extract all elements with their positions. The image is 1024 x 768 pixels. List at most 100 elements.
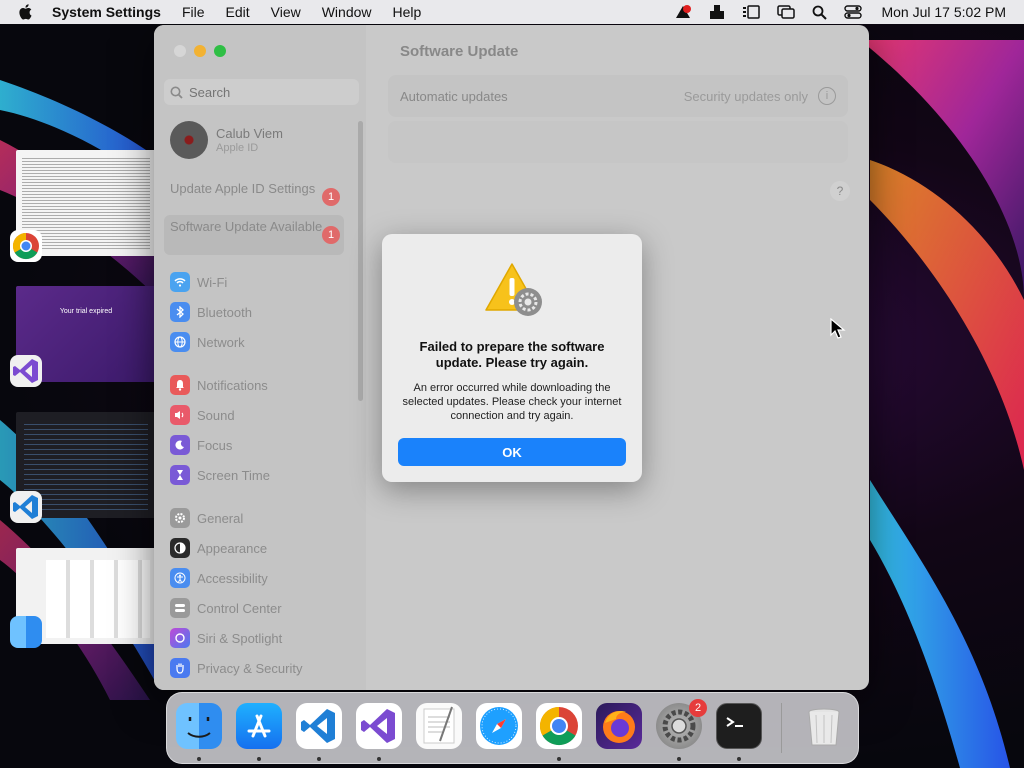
sidebar-item-network[interactable]: Network [170,332,245,352]
sidebar: Calub Viem Apple ID Update Apple ID Sett… [154,25,366,690]
settings-notification-badge: 2 [689,699,707,717]
close-button[interactable] [174,45,186,57]
mouse-cursor [830,318,846,339]
sidebar-item-label: Bluetooth [197,304,252,320]
bell-icon [170,375,190,395]
dock-chrome-icon[interactable] [536,703,582,749]
sidebar-item-siri-spotlight[interactable]: Siri & Spotlight [170,628,282,648]
dock: 2 [166,692,859,764]
window-icon[interactable] [777,5,796,19]
sidebar-item-label: Notifications [197,377,268,393]
accessibility-icon [170,568,190,588]
sidebar-item-wifi[interactable]: Wi-Fi [170,272,227,292]
sidebar-item-privacy-security[interactable]: Privacy & Security [170,658,302,678]
trial-text: Your trial expired [59,308,113,315]
sidebar-search[interactable] [164,79,359,105]
dock-vscode-icon[interactable] [296,703,342,749]
sidebar-item-accessibility[interactable]: Accessibility [170,568,268,588]
sidebar-item-appearance[interactable]: Appearance [170,538,267,558]
apple-id-profile[interactable]: Calub Viem Apple ID [170,121,283,159]
sidebar-item-focus[interactable]: Focus [170,435,232,455]
sidebar-item-label: Focus [197,437,233,453]
sidebar-item-label: General [197,510,244,526]
dock-visual-studio-icon[interactable] [356,703,402,749]
info-icon[interactable]: i [818,87,836,105]
finder-icon [10,616,42,648]
zoom-button[interactable] [214,45,226,57]
siri-icon [170,628,190,648]
spotlight-search-icon[interactable] [812,5,828,20]
sidebar-item-general[interactable]: General [170,508,243,528]
menu-file[interactable]: File [182,4,205,20]
alert-message: An error occurred while downloading the … [402,382,622,422]
hourglass-icon [170,465,190,485]
automatic-updates-row[interactable]: Automatic updates Security updates only … [388,75,848,117]
dock-safari-icon[interactable] [476,703,522,749]
dock-divider [781,703,782,753]
hand-icon [170,658,190,678]
moon-icon [170,435,190,455]
sidebar-notice-apple-id[interactable]: Update Apple ID Settings 1 [164,177,344,217]
dock-app-store-icon[interactable] [236,703,282,749]
dock-textedit-icon[interactable] [416,703,462,749]
sidebar-notice-software-update[interactable]: Software Update Available 1 [164,215,344,255]
status-app-icon[interactable] [709,4,725,20]
dock-firefox-icon[interactable] [596,703,642,749]
sidebar-item-sound[interactable]: Sound [170,405,235,425]
avatar [170,121,208,159]
sidebar-scrollbar[interactable] [358,121,363,401]
dock-finder-icon[interactable] [176,703,222,749]
page-title: Software Update [400,43,519,60]
menu-window[interactable]: Window [322,4,372,20]
automatic-updates-label: Automatic updates [400,88,508,104]
bluetooth-icon [170,302,190,322]
sidebar-item-label: Sound [197,407,235,423]
stage-manager-icon[interactable] [742,5,761,19]
minimize-button[interactable] [194,45,206,57]
sidebar-item-label: Accessibility [197,570,268,586]
vscode-icon [10,491,42,523]
menu-bar: System Settings File Edit View Window He… [0,0,1024,24]
profile-name: Calub Viem [216,126,283,141]
dock-trash-icon[interactable] [801,703,847,749]
apple-menu-icon[interactable] [18,4,32,20]
warning-gear-icon [485,263,542,316]
alert-title: Failed to prepare the software update. P… [419,339,605,370]
window-controls [174,45,226,57]
notice-label: Software Update Available [170,219,323,234]
dock-terminal-icon[interactable] [716,703,762,749]
automatic-updates-value: Security updates only [683,88,808,104]
update-status-row [388,121,848,163]
sidebar-item-label: Screen Time [197,467,270,483]
search-input[interactable] [189,84,349,100]
sidebar-item-label: Wi-Fi [197,274,228,290]
menu-view[interactable]: View [271,4,301,20]
visual-studio-icon [10,355,42,387]
chrome-icon [10,230,42,262]
search-icon [170,86,183,99]
speaker-icon [170,405,190,425]
sidebar-item-label: Network [197,334,245,350]
notice-label: Update Apple ID Settings [170,181,316,196]
menu-app-name[interactable]: System Settings [52,4,161,20]
ok-button[interactable]: OK [398,438,626,466]
appearance-icon [170,538,190,558]
sidebar-item-control-center[interactable]: Control Center [170,598,282,618]
wifi-icon [170,272,190,292]
control-center-icon[interactable] [844,5,863,19]
error-alert-dialog: Failed to prepare the software update. P… [382,234,642,482]
notice-badge: 1 [322,226,340,244]
screen-recorder-icon[interactable] [674,4,692,20]
sidebar-item-screen-time[interactable]: Screen Time [170,465,270,485]
sidebar-item-label: Privacy & Security [197,660,303,676]
help-button[interactable]: ? [830,181,850,201]
menu-help[interactable]: Help [393,4,422,20]
sidebar-item-label: Control Center [197,600,282,616]
control-center-icon [170,598,190,618]
menu-clock[interactable]: Mon Jul 17 5:02 PM [881,4,1006,20]
sidebar-item-notifications[interactable]: Notifications [170,375,268,395]
menu-edit[interactable]: Edit [226,4,250,20]
profile-subtitle: Apple ID [216,142,259,154]
sidebar-item-bluetooth[interactable]: Bluetooth [170,302,252,322]
sidebar-item-label: Siri & Spotlight [197,630,283,646]
